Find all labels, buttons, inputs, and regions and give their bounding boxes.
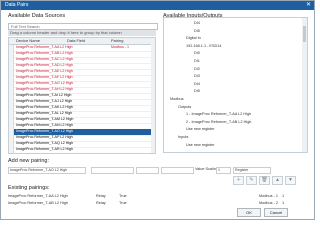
close-icon[interactable]: ✕ bbox=[306, 1, 311, 10]
existing-pair-value: True bbox=[119, 194, 127, 198]
existing-pairings-header: Existing pairings: bbox=[8, 185, 50, 191]
tree-item[interactable]: DI1 bbox=[194, 58, 200, 64]
row-indicator bbox=[9, 81, 14, 87]
existing-pair-type: Relay bbox=[96, 201, 106, 205]
register-select[interactable]: Register bbox=[233, 167, 271, 174]
existing-pair-target: Modbus - 2 bbox=[259, 201, 278, 205]
tree-item[interactable]: DI3 bbox=[194, 73, 200, 79]
inputs-outputs-tree: DI4 DI5 Digital In 192.168.1.1 - ESD14 DI0 DI… bbox=[163, 17, 308, 153]
row-indicator bbox=[9, 141, 14, 147]
column-pairing[interactable]: Pairing bbox=[111, 38, 123, 44]
cell-device-name: ImageProc Reformer_T-AH L2 High bbox=[16, 87, 73, 91]
cell-device-name: ImageProc Reformer_T-AM L2 High bbox=[16, 117, 74, 121]
cell-pairing: Modbus - 1 bbox=[111, 45, 129, 49]
cell-device-name: ImageProc Reformer_T-AR L2 High bbox=[16, 147, 73, 151]
existing-pair-name[interactable]: ImageProc Reformer_T-AA L2 High bbox=[8, 193, 68, 199]
tree-item[interactable]: Inputs bbox=[178, 134, 188, 140]
row-indicator bbox=[9, 69, 14, 75]
row-indicator bbox=[9, 111, 14, 117]
existing-pair-target: Modbus - 1 bbox=[259, 194, 278, 198]
cell-device-name: ImageProc Reformer_T-AP L2 High bbox=[16, 135, 73, 139]
data-pairs-dialog: Data Pairs ✕ Available Data Sources Full… bbox=[0, 0, 315, 220]
row-indicator bbox=[9, 153, 14, 154]
tree-scroll-thumb[interactable] bbox=[303, 26, 306, 42]
tree-item[interactable]: DI4 bbox=[194, 20, 200, 26]
tree-item[interactable]: Modbus bbox=[170, 96, 184, 102]
add-pairing-header: Add new pairing: bbox=[8, 158, 49, 164]
group-by-panel[interactable]: Drag a column header and drop it here to… bbox=[8, 30, 156, 36]
cell-device-name: ImageProc Reformer_T-AN L2 High bbox=[16, 123, 73, 127]
tree-item[interactable]: DI0 bbox=[194, 50, 200, 56]
title-bar: Data Pairs ✕ bbox=[1, 1, 314, 10]
tree-item[interactable]: Use new register bbox=[186, 126, 215, 132]
type-input[interactable] bbox=[136, 167, 159, 174]
existing-pair-type: Relay bbox=[96, 194, 106, 198]
row-indicator bbox=[9, 75, 14, 81]
cell-device-name: ImageProc Reformer_T-AG L2 High bbox=[16, 81, 74, 85]
cell-device-name: ImageProc Reformer_T-AJ L2 High bbox=[16, 99, 73, 103]
tree-item[interactable]: 1 - ImageProc Reformer_T-AA L2 High bbox=[186, 111, 251, 117]
existing-pair-number: 1 bbox=[282, 201, 285, 205]
value-scaling-input[interactable]: 1 bbox=[216, 167, 231, 174]
cell-device-name: ImageProc Reformer_T-AF L2 High bbox=[16, 75, 73, 79]
row-indicator bbox=[9, 117, 14, 123]
tree-item[interactable]: 192.168.1.1 - ESD14 bbox=[186, 43, 221, 49]
row-indicator bbox=[9, 45, 14, 51]
delete-pair-icon[interactable]: 🗑 bbox=[259, 176, 270, 185]
cell-device-name: ImageProc Reformer_T-AL L2 High bbox=[16, 111, 73, 115]
tree-item[interactable]: Outputs bbox=[178, 104, 191, 110]
row-indicator bbox=[9, 147, 14, 153]
existing-pair-value: True bbox=[119, 201, 127, 205]
add-pair-icon[interactable]: ＋ bbox=[233, 176, 244, 185]
cell-device-name: ImageProc Reformer_T-AC L2 High bbox=[16, 57, 73, 61]
cell-device-name: ImageProc Reformer_T-AI L2 High bbox=[16, 93, 72, 97]
cell-device-name: ImageProc Reformer_T-AB L2 High bbox=[16, 51, 73, 55]
source-field[interactable]: ImageProc Reformer_T-AO L2 High bbox=[8, 167, 86, 174]
column-device-name[interactable]: Device Name bbox=[16, 38, 40, 44]
tree-scrollbar[interactable] bbox=[302, 18, 307, 152]
row-indicator bbox=[9, 63, 14, 69]
existing-pair-number: 1 bbox=[282, 194, 285, 198]
row-indicator bbox=[9, 51, 14, 57]
edit-pair-icon[interactable]: ✎ bbox=[246, 176, 257, 185]
window-title: Data Pairs bbox=[5, 2, 29, 8]
cell-device-name: ImageProc Reformer_T-AO L2 High bbox=[16, 129, 74, 133]
value-scaling-label: Value Scaling bbox=[195, 167, 218, 171]
row-indicator bbox=[9, 123, 14, 129]
row-indicator bbox=[9, 129, 14, 135]
cell-device-name: ImageProc Reformer_T-AK L2 High bbox=[16, 105, 73, 109]
ok-button[interactable]: OK bbox=[237, 208, 261, 217]
table-row[interactable]: ImageProc Reformer_T-AS L2 High bbox=[9, 153, 155, 154]
tree-item[interactable]: DI5 bbox=[194, 88, 200, 94]
row-indicator bbox=[9, 87, 14, 93]
cell-device-name: ImageProc Reformer_T-AQ L2 High bbox=[16, 141, 74, 145]
row-indicator bbox=[9, 135, 14, 141]
cell-device-name: ImageProc Reformer_T-AA L2 High bbox=[16, 45, 73, 49]
existing-pair-name[interactable]: ImageProc Reformer_T-AB L2 High bbox=[8, 200, 68, 206]
search-input[interactable]: Full Text Search bbox=[8, 23, 158, 30]
tree-item[interactable]: DI4 bbox=[194, 81, 200, 87]
grid-scrollbar[interactable] bbox=[151, 44, 155, 153]
column-data-field[interactable]: Data Field bbox=[67, 38, 85, 44]
data-sources-grid: Device Name Data Field Pairing ImageProc… bbox=[8, 37, 156, 154]
data-sources-header: Available Data Sources bbox=[8, 13, 66, 19]
row-indicator bbox=[9, 57, 14, 63]
move-down-icon[interactable]: ▼ bbox=[285, 176, 296, 185]
row-indicator bbox=[9, 93, 14, 99]
grid-header: Device Name Data Field Pairing bbox=[9, 38, 155, 45]
tree-item[interactable]: DI2 bbox=[194, 66, 200, 72]
row-indicator bbox=[9, 105, 14, 111]
cancel-button[interactable]: Cancel bbox=[264, 208, 288, 217]
tree-item[interactable]: DI5 bbox=[194, 28, 200, 34]
cell-device-name: ImageProc Reformer_T-AS L2 High bbox=[16, 153, 73, 154]
move-up-icon[interactable]: ▲ bbox=[272, 176, 283, 185]
cell-device-name: ImageProc Reformer_T-AE L2 High bbox=[16, 69, 73, 73]
cell-device-name: ImageProc Reformer_T-AD L2 High bbox=[16, 63, 73, 67]
data-field-input[interactable] bbox=[91, 167, 134, 174]
target-select[interactable] bbox=[161, 167, 194, 174]
tree-item[interactable]: 2 - ImageProc Reformer_T-AB L2 High bbox=[186, 119, 251, 125]
tree-item[interactable]: Digital In bbox=[186, 35, 201, 41]
tree-item[interactable]: Use new register bbox=[186, 142, 215, 148]
row-indicator bbox=[9, 99, 14, 105]
